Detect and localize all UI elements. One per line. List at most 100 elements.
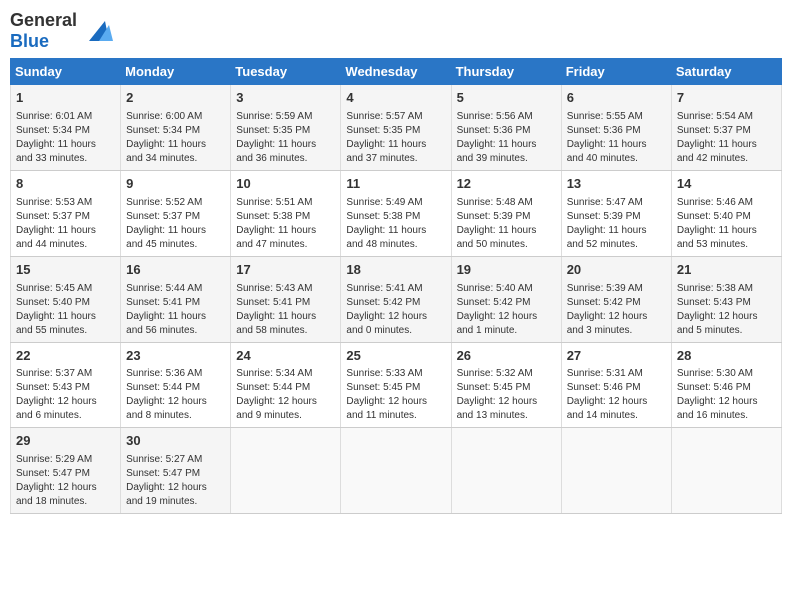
calendar-cell: 28Sunrise: 5:30 AMSunset: 5:46 PMDayligh… xyxy=(671,342,781,428)
calendar-cell: 9 Sunrise: 5:52 AMSunset: 5:37 PMDaylight… xyxy=(121,170,231,256)
calendar-cell: 5 Sunrise: 5:56 AMSunset: 5:36 PMDaylight… xyxy=(451,85,561,171)
calendar-cell: 10 Sunrise: 5:51 AMSunset: 5:38 PMDayligh… xyxy=(231,170,341,256)
calendar-cell: 17 Sunrise: 5:43 AMSunset: 5:41 PMDayligh… xyxy=(231,256,341,342)
day-info: Sunrise: 5:31 AMSunset: 5:46 PMDaylight:… xyxy=(567,367,666,423)
day-info: Sunrise: 5:49 AMSunset: 5:38 PMDaylight:… xyxy=(346,196,445,252)
calendar-cell: 30 Sunrise: 5:27 AMSunset: 5:47 PMDayligh… xyxy=(121,428,231,514)
calendar-cell: 1Sunrise: 6:01 AMSunset: 5:34 PMDaylight… xyxy=(11,85,121,171)
day-number: 5 xyxy=(457,89,556,108)
day-number: 1 xyxy=(16,89,115,108)
calendar-cell: 3 Sunrise: 5:59 AMSunset: 5:35 PMDaylight… xyxy=(231,85,341,171)
day-info: Sunrise: 5:55 AMSunset: 5:36 PMDaylight:… xyxy=(567,110,666,166)
day-info: Sunrise: 5:56 AMSunset: 5:36 PMDaylight:… xyxy=(457,110,556,166)
day-info: Sunrise: 5:36 AMSunset: 5:44 PMDaylight:… xyxy=(126,367,225,423)
day-info: Sunrise: 5:30 AMSunset: 5:46 PMDaylight:… xyxy=(677,367,776,423)
calendar-cell xyxy=(231,428,341,514)
day-info: Sunrise: 5:29 AMSunset: 5:47 PMDaylight:… xyxy=(16,453,115,509)
calendar-table: SundayMondayTuesdayWednesdayThursdayFrid… xyxy=(10,58,782,514)
day-info: Sunrise: 5:37 AMSunset: 5:43 PMDaylight:… xyxy=(16,367,115,423)
page-header: General Blue xyxy=(10,10,782,52)
day-info: Sunrise: 5:33 AMSunset: 5:45 PMDaylight:… xyxy=(346,367,445,423)
day-number: 24 xyxy=(236,347,335,366)
calendar-cell: 7 Sunrise: 5:54 AMSunset: 5:37 PMDaylight… xyxy=(671,85,781,171)
logo-general-text: General xyxy=(10,10,77,30)
calendar-cell: 18 Sunrise: 5:41 AMSunset: 5:42 PMDayligh… xyxy=(341,256,451,342)
calendar-cell: 6 Sunrise: 5:55 AMSunset: 5:36 PMDaylight… xyxy=(561,85,671,171)
calendar-cell xyxy=(451,428,561,514)
calendar-cell: 2Sunrise: 6:00 AMSunset: 5:34 PMDaylight… xyxy=(121,85,231,171)
week-row-1: 1Sunrise: 6:01 AMSunset: 5:34 PMDaylight… xyxy=(11,85,782,171)
calendar-cell: 24Sunrise: 5:34 AMSunset: 5:44 PMDayligh… xyxy=(231,342,341,428)
weekday-header-monday: Monday xyxy=(121,59,231,85)
day-info: Sunrise: 5:27 AMSunset: 5:47 PMDaylight:… xyxy=(126,453,225,509)
calendar-cell: 25Sunrise: 5:33 AMSunset: 5:45 PMDayligh… xyxy=(341,342,451,428)
day-number: 21 xyxy=(677,261,776,280)
day-number: 12 xyxy=(457,175,556,194)
day-info: Sunrise: 5:59 AMSunset: 5:35 PMDaylight:… xyxy=(236,110,335,166)
day-info: Sunrise: 5:34 AMSunset: 5:44 PMDaylight:… xyxy=(236,367,335,423)
day-number: 7 xyxy=(677,89,776,108)
day-info: Sunrise: 5:54 AMSunset: 5:37 PMDaylight:… xyxy=(677,110,776,166)
day-number: 8 xyxy=(16,175,115,194)
day-number: 10 xyxy=(236,175,335,194)
logo-icon xyxy=(81,17,113,45)
day-number: 4 xyxy=(346,89,445,108)
calendar-cell: 23Sunrise: 5:36 AMSunset: 5:44 PMDayligh… xyxy=(121,342,231,428)
calendar-cell: 12 Sunrise: 5:48 AMSunset: 5:39 PMDayligh… xyxy=(451,170,561,256)
day-number: 28 xyxy=(677,347,776,366)
calendar-cell: 15Sunrise: 5:45 AMSunset: 5:40 PMDayligh… xyxy=(11,256,121,342)
calendar-cell: 13Sunrise: 5:47 AMSunset: 5:39 PMDayligh… xyxy=(561,170,671,256)
day-number: 17 xyxy=(236,261,335,280)
calendar-cell: 22Sunrise: 5:37 AMSunset: 5:43 PMDayligh… xyxy=(11,342,121,428)
week-row-5: 29 Sunrise: 5:29 AMSunset: 5:47 PMDayligh… xyxy=(11,428,782,514)
day-number: 30 xyxy=(126,432,225,451)
calendar-cell: 20 Sunrise: 5:39 AMSunset: 5:42 PMDayligh… xyxy=(561,256,671,342)
day-info: Sunrise: 5:47 AMSunset: 5:39 PMDaylight:… xyxy=(567,196,666,252)
calendar-cell xyxy=(671,428,781,514)
week-row-3: 15Sunrise: 5:45 AMSunset: 5:40 PMDayligh… xyxy=(11,256,782,342)
calendar-cell: 11 Sunrise: 5:49 AMSunset: 5:38 PMDayligh… xyxy=(341,170,451,256)
weekday-header-saturday: Saturday xyxy=(671,59,781,85)
day-info: Sunrise: 5:38 AMSunset: 5:43 PMDaylight:… xyxy=(677,282,776,338)
calendar-cell xyxy=(561,428,671,514)
day-number: 19 xyxy=(457,261,556,280)
weekday-header-wednesday: Wednesday xyxy=(341,59,451,85)
weekday-header-friday: Friday xyxy=(561,59,671,85)
day-number: 16 xyxy=(126,261,225,280)
day-number: 20 xyxy=(567,261,666,280)
day-info: Sunrise: 5:39 AMSunset: 5:42 PMDaylight:… xyxy=(567,282,666,338)
calendar-cell: 14 Sunrise: 5:46 AMSunset: 5:40 PMDayligh… xyxy=(671,170,781,256)
calendar-cell: 19 Sunrise: 5:40 AMSunset: 5:42 PMDayligh… xyxy=(451,256,561,342)
day-number: 3 xyxy=(236,89,335,108)
calendar-cell: 8 Sunrise: 5:53 AMSunset: 5:37 PMDaylight… xyxy=(11,170,121,256)
day-number: 14 xyxy=(677,175,776,194)
day-info: Sunrise: 5:51 AMSunset: 5:38 PMDaylight:… xyxy=(236,196,335,252)
day-number: 11 xyxy=(346,175,445,194)
calendar-cell: 16 Sunrise: 5:44 AMSunset: 5:41 PMDayligh… xyxy=(121,256,231,342)
day-info: Sunrise: 5:40 AMSunset: 5:42 PMDaylight:… xyxy=(457,282,556,338)
day-number: 23 xyxy=(126,347,225,366)
day-number: 9 xyxy=(126,175,225,194)
calendar-cell xyxy=(341,428,451,514)
day-number: 27 xyxy=(567,347,666,366)
calendar-cell: 21 Sunrise: 5:38 AMSunset: 5:43 PMDayligh… xyxy=(671,256,781,342)
day-number: 26 xyxy=(457,347,556,366)
day-info: Sunrise: 5:43 AMSunset: 5:41 PMDaylight:… xyxy=(236,282,335,338)
calendar-cell: 4Sunrise: 5:57 AMSunset: 5:35 PMDaylight… xyxy=(341,85,451,171)
day-number: 18 xyxy=(346,261,445,280)
day-info: Sunrise: 5:41 AMSunset: 5:42 PMDaylight:… xyxy=(346,282,445,338)
day-info: Sunrise: 5:44 AMSunset: 5:41 PMDaylight:… xyxy=(126,282,225,338)
day-info: Sunrise: 5:52 AMSunset: 5:37 PMDaylight:… xyxy=(126,196,225,252)
day-number: 6 xyxy=(567,89,666,108)
weekday-header-sunday: Sunday xyxy=(11,59,121,85)
weekday-header-thursday: Thursday xyxy=(451,59,561,85)
day-info: Sunrise: 5:48 AMSunset: 5:39 PMDaylight:… xyxy=(457,196,556,252)
day-info: Sunrise: 5:53 AMSunset: 5:37 PMDaylight:… xyxy=(16,196,115,252)
day-number: 15 xyxy=(16,261,115,280)
logo-blue-text: Blue xyxy=(10,31,49,51)
week-row-4: 22Sunrise: 5:37 AMSunset: 5:43 PMDayligh… xyxy=(11,342,782,428)
day-info: Sunrise: 5:32 AMSunset: 5:45 PMDaylight:… xyxy=(457,367,556,423)
weekday-header-row: SundayMondayTuesdayWednesdayThursdayFrid… xyxy=(11,59,782,85)
day-info: Sunrise: 5:46 AMSunset: 5:40 PMDaylight:… xyxy=(677,196,776,252)
day-number: 29 xyxy=(16,432,115,451)
